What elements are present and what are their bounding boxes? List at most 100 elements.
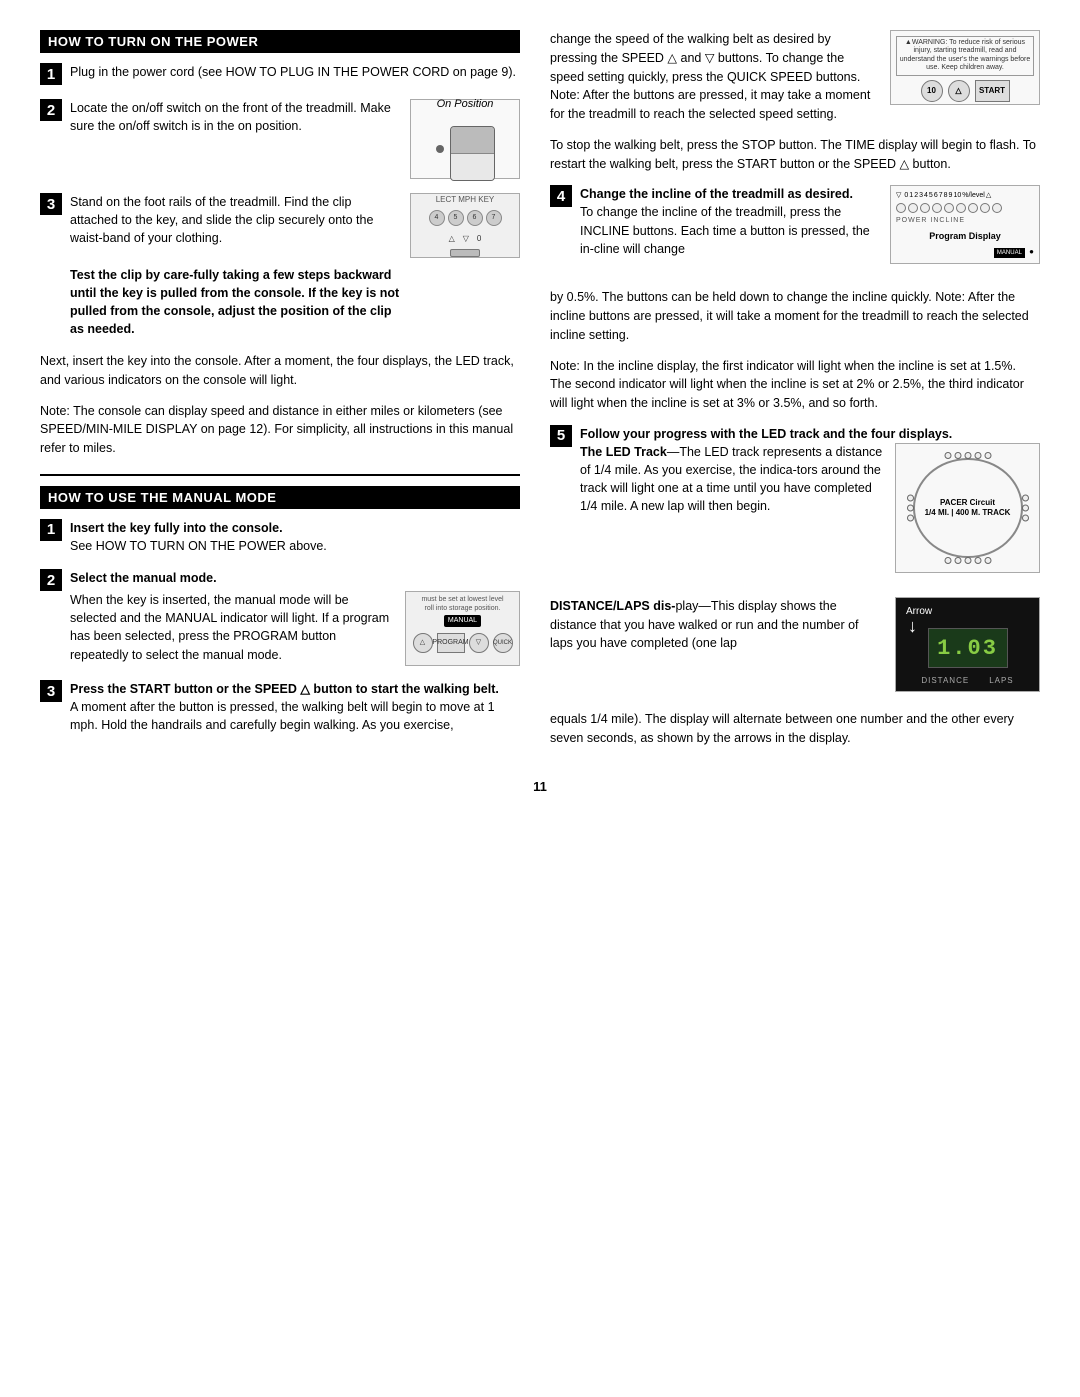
dist-laps-row: DISTANCE LAPS <box>921 676 1013 685</box>
pdot-t1 <box>944 452 951 459</box>
pacer-center-text: PACER Circuit 1/4 MI. | 400 M. TRACK <box>925 498 1011 519</box>
pdot-r1 <box>1022 494 1029 501</box>
incline-indicators-row <box>896 203 1034 213</box>
step4-number: 4 <box>550 185 572 207</box>
speed-btn-start: START <box>975 80 1010 102</box>
pacer-dots-top <box>944 452 991 459</box>
page-layout: HOW TO TURN ON THE POWER 1 Plug in the p… <box>40 30 1040 759</box>
key-btn-6: 6 <box>467 210 483 226</box>
key-btn-7: 7 <box>486 210 502 226</box>
lcd-display: 1.03 <box>928 628 1008 668</box>
step5-bold: Follow your progress with the LED track … <box>580 427 952 441</box>
key-zero: 0 <box>477 233 481 245</box>
pacer-dots-right <box>1022 494 1029 521</box>
incline-n11: 10 <box>953 191 961 201</box>
step-m1-number: 1 <box>40 519 62 541</box>
left-column: HOW TO TURN ON THE POWER 1 Plug in the p… <box>40 30 520 759</box>
console-manual-badge: MANUAL <box>444 615 481 627</box>
pacer-dots-left <box>907 494 914 521</box>
step3-bold-text: Test the clip by care-fully taking a few… <box>70 268 399 336</box>
para2: Note: The console can display speed and … <box>40 402 520 458</box>
switch-illustration: On Position <box>410 99 520 179</box>
incline-ind-8 <box>980 203 990 213</box>
step-m1-content: Insert the key fully into the console. S… <box>70 519 520 555</box>
pdot-t5 <box>984 452 991 459</box>
incline-n8: 7 <box>939 191 943 201</box>
key-panel-illustration: LECT MPH KEY 4 5 6 7 △ ▽ 0 <box>410 193 520 258</box>
incline-n7: 6 <box>934 191 938 201</box>
section-divider <box>40 474 520 476</box>
console-btn-quick: QUICK <box>493 633 513 653</box>
switch-body <box>450 126 495 181</box>
step4-bold: Change the incline of the treadmill as d… <box>580 187 853 201</box>
right-column: ▲WARNING: To reduce risk of serious inju… <box>550 30 1040 759</box>
para-incline2: Note: In the incline display, the first … <box>550 357 1040 413</box>
incline-ind-6 <box>956 203 966 213</box>
speed-btn-10: 10 <box>921 80 943 102</box>
key-clip <box>450 249 480 257</box>
incline-ind-7 <box>968 203 978 213</box>
switch-bottom <box>451 154 494 180</box>
pacer-dots-bottom <box>944 557 991 564</box>
pdot-b4 <box>974 557 981 564</box>
step3-block: 3 Stand on the foot rails of the treadmi… <box>40 193 520 338</box>
pdot-l2 <box>907 504 914 511</box>
program-display-label: Program Display <box>896 230 1034 243</box>
switch-body-container <box>436 116 495 181</box>
incline-ind-2 <box>908 203 918 213</box>
distance-display-illustration: Arrow ↓ 1.03 DISTANCE LAPS <box>895 597 1040 692</box>
pdot-b5 <box>984 557 991 564</box>
para-distance: equals 1/4 mile). The display will alter… <box>550 710 1040 748</box>
pdot-r2 <box>1022 504 1029 511</box>
step3-illustration: LECT MPH KEY 4 5 6 7 △ ▽ 0 <box>410 193 520 258</box>
para-stop: To stop the walking belt, press the STOP… <box>550 136 1040 174</box>
laps-label: LAPS <box>989 676 1013 685</box>
pdot-b1 <box>944 557 951 564</box>
incline-ind-9 <box>992 203 1002 213</box>
incline-numbers-row: ▽ 0 1 2 3 4 5 6 7 8 9 10 %/level △ <box>896 191 1034 201</box>
step2-illustration: On Position <box>410 99 520 179</box>
on-position-label: On Position <box>437 97 494 113</box>
para-incline1: by 0.5%. The buttons can be held down to… <box>550 288 1040 344</box>
incline-ind-4 <box>932 203 942 213</box>
step-m3-number: 3 <box>40 680 62 702</box>
incline-number-0: ▽ <box>896 191 901 201</box>
incline-n2: 1 <box>909 191 913 201</box>
step-m1-bold: Insert the key fully into the console. <box>70 519 520 537</box>
pacer-oval: PACER Circuit 1/4 MI. | 400 M. TRACK <box>913 458 1023 558</box>
step-m3-block: 3 Press the START button or the SPEED △ … <box>40 680 520 734</box>
incline-ind-5 <box>944 203 954 213</box>
step3-content: Stand on the foot rails of the treadmill… <box>70 193 520 338</box>
distance-text-block: DISTANCE/LAPS dis-play—This display show… <box>550 597 873 653</box>
manual-indicator-row: MANUAL ● <box>896 246 1034 259</box>
manual-indicator: MANUAL <box>994 248 1025 259</box>
pdot-b3 <box>964 557 971 564</box>
console-btn-down: ▽ <box>469 633 489 653</box>
power-incline-text: POWER INCLINE <box>896 216 1034 226</box>
incline-n10: 9 <box>949 191 953 201</box>
step1-block: 1 Plug in the power cord (see HOW TO PLU… <box>40 63 520 85</box>
step-m2-text: When the key is inserted, the manual mod… <box>70 591 395 664</box>
pacer-sub: 1/4 MI. | 400 M. TRACK <box>925 508 1011 517</box>
key-btn-4: 4 <box>429 210 445 226</box>
pdot-t2 <box>954 452 961 459</box>
step2-number: 2 <box>40 99 62 121</box>
step-m2-illustration: must be set at lowest levelroll into sto… <box>405 591 520 666</box>
pdot-r3 <box>1022 514 1029 521</box>
para-speed: change the speed of the walking belt as … <box>550 30 880 124</box>
incline-arrow: △ <box>986 191 991 201</box>
incline-percent: %/level <box>962 191 985 201</box>
step3-text: Stand on the foot rails of the treadmill… <box>70 193 400 338</box>
step-m2-block: 2 Select the manual mode. When the key i… <box>40 569 520 666</box>
step1-text: Plug in the power cord (see HOW TO PLUG … <box>70 63 520 81</box>
pdot-l3 <box>907 514 914 521</box>
pdot-t4 <box>974 452 981 459</box>
key-arrow-down: ▽ <box>463 233 469 245</box>
distance-section: DISTANCE/LAPS dis-play—This display show… <box>550 597 1040 702</box>
warning-text: ▲WARNING: To reduce risk of serious inju… <box>896 36 1034 76</box>
arrow-symbol: ↓ <box>908 616 917 637</box>
distance-title: DISTANCE/LAPS dis- <box>550 599 675 613</box>
step2-text: Locate the on/off switch on the front of… <box>70 99 400 135</box>
console-btn-program: PROGRAM <box>437 633 465 653</box>
page-number: 11 <box>40 779 1040 794</box>
